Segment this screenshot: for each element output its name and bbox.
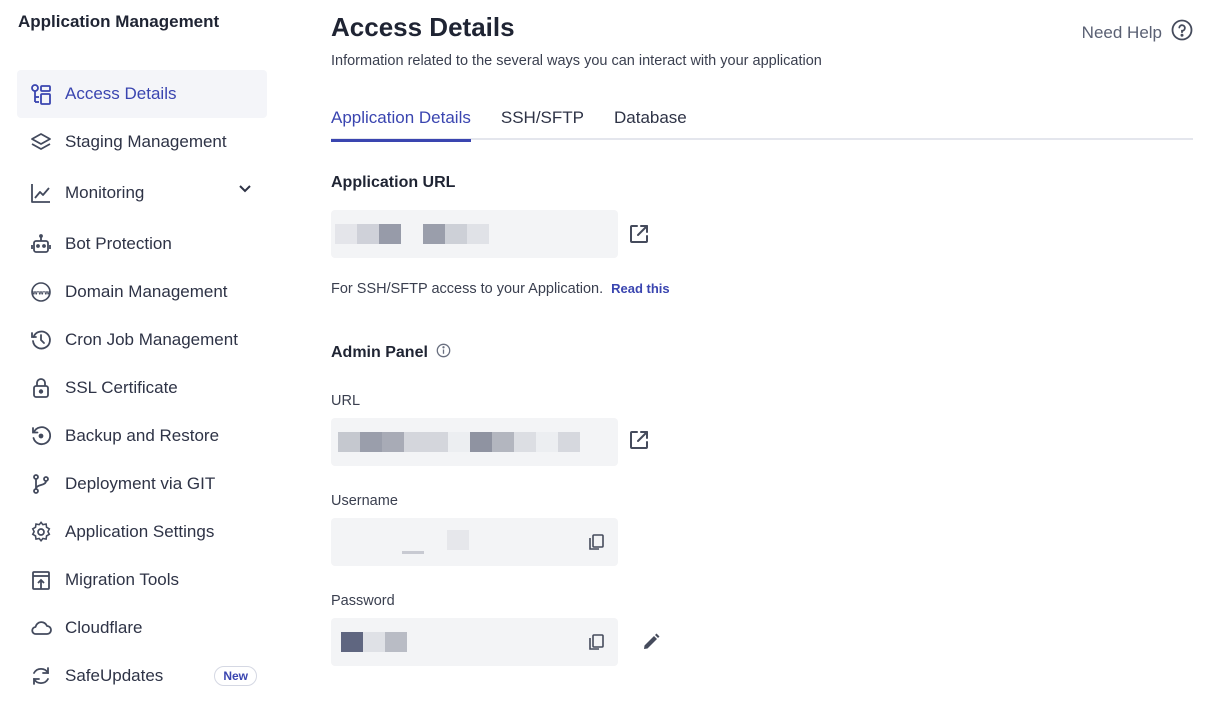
redacted-block — [385, 632, 407, 652]
admin-url-field — [331, 418, 618, 466]
sidebar-item-safeupdates[interactable]: SafeUpdates New — [17, 652, 267, 700]
sidebar-item-label: Application Settings — [65, 522, 215, 541]
redacted-block — [363, 632, 385, 652]
sidebar-item-cloudflare[interactable]: Cloudflare — [17, 604, 267, 652]
sidebar-item-ssl-certificate[interactable]: SSL Certificate — [17, 364, 267, 412]
history-clock-icon — [30, 329, 52, 351]
sidebar-title: Application Management — [18, 12, 220, 31]
redacted-block — [402, 551, 424, 554]
redacted-block — [447, 530, 469, 550]
chevron-down-icon[interactable] — [237, 180, 253, 201]
sidebar-item-bot-protection[interactable]: Bot Protection — [17, 220, 267, 268]
sidebar-item-label: Bot Protection — [65, 234, 172, 253]
sidebar-item-access-details[interactable]: Access Details — [17, 70, 267, 118]
redacted-block — [514, 432, 536, 452]
redacted-block — [467, 224, 489, 244]
sidebar-item-label: Cron Job Management — [65, 330, 238, 349]
application-url-title: Application URL — [331, 174, 456, 191]
main-content: Access Details Information related to th… — [331, 0, 1193, 716]
need-help-label: Need Help — [1081, 22, 1162, 42]
sidebar-item-label: Backup and Restore — [65, 426, 220, 445]
redacted-block — [338, 432, 360, 452]
layers-icon — [30, 131, 52, 153]
sidebar-item-label: Migration Tools — [65, 570, 180, 589]
need-help-link[interactable]: Need Help — [1082, 19, 1193, 46]
admin-panel-heading: Admin Panel — [331, 343, 451, 363]
redacted-block — [536, 432, 558, 452]
password-field — [331, 618, 618, 666]
sidebar-item-label: Cloudflare — [65, 618, 143, 637]
sidebar-item-application-settings[interactable]: Application Settings — [17, 508, 267, 556]
open-external-icon[interactable] — [627, 428, 651, 452]
cloud-icon — [30, 617, 52, 639]
application-url-heading: Application URL — [331, 174, 455, 192]
open-external-icon[interactable] — [627, 222, 651, 246]
sidebar-item-cron-job-management[interactable]: Cron Job Management — [17, 316, 267, 364]
ssh-note-text: For SSH/SFTP access to your Application. — [331, 281, 604, 297]
redacted-block — [360, 432, 382, 452]
new-badge: New — [214, 666, 257, 686]
redacted-block — [379, 224, 401, 244]
access-list-icon — [30, 83, 52, 105]
help-circle-icon — [1171, 19, 1193, 46]
restore-icon — [30, 425, 52, 447]
url-label: URL — [331, 393, 361, 409]
sidebar-item-deployment-via-git[interactable]: Deployment via GIT — [17, 460, 267, 508]
redacted-block — [335, 224, 357, 244]
sidebar-item-monitoring[interactable]: Monitoring — [17, 166, 267, 220]
tab-database[interactable]: Database — [614, 106, 687, 140]
edit-pencil-icon[interactable] — [639, 630, 663, 654]
redacted-block — [341, 632, 363, 652]
sidebar-item-backup-and-restore[interactable]: Backup and Restore — [17, 412, 267, 460]
sidebar-item-staging-management[interactable]: Staging Management — [17, 118, 267, 166]
sidebar-item-label: SafeUpdates — [65, 666, 164, 685]
migration-upload-icon — [30, 569, 52, 591]
page-title: Access Details — [331, 12, 515, 42]
svg-text:www: www — [32, 289, 50, 297]
admin-panel-title: Admin Panel — [331, 344, 428, 361]
application-url-field — [331, 210, 618, 258]
refresh-icon — [30, 665, 52, 687]
redacted-block — [492, 432, 514, 452]
redacted-block — [423, 224, 445, 244]
lock-icon — [30, 377, 52, 399]
tab-application-details[interactable]: Application Details — [331, 106, 471, 142]
line-chart-icon — [30, 182, 52, 204]
read-this-link[interactable]: Read this — [611, 281, 670, 296]
redacted-block — [357, 224, 379, 244]
copy-icon[interactable] — [584, 530, 608, 554]
info-icon[interactable] — [436, 343, 451, 363]
ssh-note: For SSH/SFTP access to your Application.… — [331, 281, 670, 297]
robot-icon — [30, 233, 52, 255]
redacted-block — [558, 432, 580, 452]
redacted-block — [382, 432, 404, 452]
sidebar-nav: Access Details Staging Management Monito… — [17, 70, 267, 700]
username-label: Username — [331, 493, 398, 509]
globe-www-icon: www — [30, 281, 52, 303]
sidebar-item-label: Monitoring — [65, 183, 145, 202]
redacted-block — [445, 224, 467, 244]
sidebar-item-label: Deployment via GIT — [65, 474, 216, 493]
sidebar-item-label: Domain Management — [65, 282, 228, 301]
git-branch-icon — [30, 473, 52, 495]
sidebar-item-domain-management[interactable]: www Domain Management — [17, 268, 267, 316]
gear-icon — [30, 521, 52, 543]
username-field — [331, 518, 618, 566]
redacted-block — [448, 432, 470, 452]
copy-icon[interactable] — [584, 630, 608, 654]
sidebar-item-label: Staging Management — [65, 132, 227, 151]
sidebar-item-migration-tools[interactable]: Migration Tools — [17, 556, 267, 604]
sidebar-item-label: SSL Certificate — [65, 378, 178, 397]
sidebar-item-label: Access Details — [65, 84, 177, 103]
redacted-block — [470, 432, 492, 452]
sidebar: Application Management Access Details St… — [0, 0, 290, 716]
tab-ssh-sftp[interactable]: SSH/SFTP — [501, 106, 584, 140]
page-subtitle: Information related to the several ways … — [331, 53, 822, 69]
tab-bar: Application Details SSH/SFTP Database — [331, 106, 1193, 142]
password-label: Password — [331, 593, 395, 609]
redacted-block — [404, 432, 448, 452]
